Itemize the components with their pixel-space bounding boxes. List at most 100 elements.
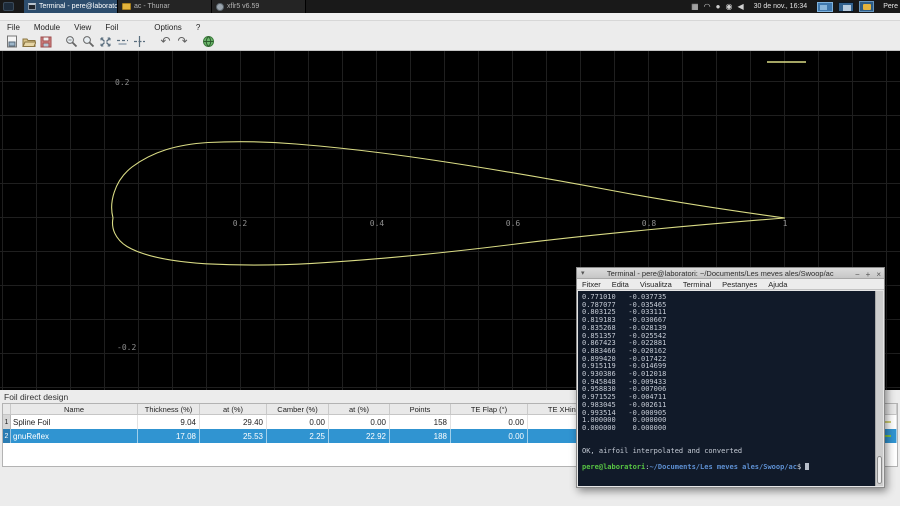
terminal-menu-terminal[interactable]: Terminal [683,280,711,289]
taskbar-button[interactable]: Terminal - pere@laboratori:... [24,0,118,13]
network-icon[interactable]: ◠ [704,0,711,13]
header-cell [3,404,11,414]
terminal-prompt: pere@laboratori:~/Documents/Les meves al… [578,463,883,472]
value-cell[interactable]: 158 [390,415,451,429]
window-buttons: −+× [852,264,884,282]
workspace-1[interactable] [817,2,833,12]
panel-clock[interactable]: 30 de nov., 16:34 [754,3,808,10]
header-cell[interactable]: Name [11,404,138,414]
language-icon[interactable] [200,34,217,49]
close-icon[interactable]: × [873,270,884,279]
file-manager-launcher-icon[interactable] [859,1,874,12]
save-icon[interactable] [37,34,54,49]
undo-icon[interactable]: ↶ [157,34,174,49]
x-tick-label: 0.2 [233,219,247,228]
airfoil-lower-surface [113,218,785,265]
menu-view[interactable]: View [67,23,98,32]
x-tick-label: 1 [783,219,788,228]
new-foil-icon[interactable] [3,34,20,49]
workspace-2[interactable] [838,2,854,12]
updates-icon[interactable]: ◉ [725,0,732,13]
value-cell[interactable]: 22.92 [329,429,390,443]
value-cell[interactable]: 29.40 [200,415,267,429]
keyboard-icon[interactable]: ▦ [691,0,699,13]
taskbar-button-label: xflr5 v6.59 [227,3,259,10]
menu-file[interactable]: File [0,23,27,32]
terminal-title: Terminal - pere@laboratori: ~/Documents/… [589,269,852,278]
row-number: 2 [3,429,11,443]
taskbar-button-label: Terminal - pere@laboratori:... [39,3,118,10]
window-taskbar: Terminal - pere@laboratori:... ac - Thuna… [24,0,306,13]
terminal-scrollbar[interactable] [875,291,883,486]
desktop: Terminal - pere@laboratori:... ac - Thuna… [0,0,900,506]
prompt-user: pere@laboratori [582,463,645,471]
value-cell[interactable]: 0.00 [451,429,528,443]
terminal-icon [28,3,36,10]
header-cell[interactable]: at (%) [200,404,267,414]
taskbar-button-label: ac - Thunar [134,3,170,10]
xflr5-icon [216,3,224,11]
terminal-menu-edita[interactable]: Edita [612,280,629,289]
header-cell[interactable]: Points [390,404,451,414]
header-cell[interactable]: at (%) [329,404,390,414]
value-cell[interactable]: 17.08 [138,429,200,443]
applications-menu-icon[interactable] [3,2,14,11]
terminal-menu-visualitza[interactable]: Visualitza [640,280,672,289]
x-tick-label: 0.8 [642,219,656,228]
scrollbar-thumb[interactable] [877,456,882,484]
value-cell[interactable]: 0.00 [451,415,528,429]
terminal-menu-fitxer[interactable]: Fitxer [582,280,601,289]
folder-icon [122,3,131,10]
terminal-window[interactable]: ▾ Terminal - pere@laboratori: ~/Document… [576,267,885,488]
zoom-view-icon[interactable] [80,34,97,49]
panel-status-area: ▦◠●◉◀ 30 de nov., 16:34 Pere [691,0,900,13]
prompt-symbol: $ [797,463,805,471]
airfoil-upper-surface [112,142,785,218]
foil-name-cell[interactable]: Spline Foil [11,415,138,429]
menu-options[interactable]: Options [147,23,189,32]
open-icon[interactable] [20,34,37,49]
maximize-icon[interactable]: + [863,270,874,279]
menu-help[interactable]: ? [189,23,207,32]
y-tick-label: -0.2 [117,343,136,352]
fit-view-icon[interactable] [97,34,114,49]
foil-name-cell[interactable]: gnuReflex [11,429,138,443]
header-cell[interactable]: TE Flap (°) [451,404,528,414]
taskbar-button[interactable]: ac - Thunar [118,0,212,13]
value-cell[interactable]: 9.04 [138,415,200,429]
value-cell[interactable]: 25.53 [200,429,267,443]
zoom-in-icon[interactable] [63,34,80,49]
terminal-menu-pestanyes[interactable]: Pestanyes [722,280,757,289]
header-cell[interactable]: Thickness (%) [138,404,200,414]
value-cell[interactable]: 0.00 [329,415,390,429]
prompt-path: ~/Documents/Les meves ales/Swoop/ac [649,463,797,471]
terminal-output: 0.771010 -0.037735 0.787077 -0.035465 0.… [578,291,883,463]
panel-title: Foil direct design [4,392,68,402]
redo-icon[interactable]: ↷ [174,34,191,49]
x-tick-label: 0.6 [506,219,520,228]
value-cell[interactable]: 2.25 [267,429,329,443]
terminal-cursor [805,463,809,470]
terminal-titlebar[interactable]: ▾ Terminal - pere@laboratori: ~/Document… [577,268,884,279]
header-cell[interactable]: Camber (%) [267,404,329,414]
axes-icon[interactable] [131,34,148,49]
window-menu-icon[interactable]: ▾ [577,269,589,277]
volume-icon[interactable]: ◀ [737,0,743,13]
taskbar-button[interactable]: xflr5 v6.59 [212,0,306,13]
value-cell[interactable]: 0.00 [267,415,329,429]
x-tick-label: 0.4 [370,219,384,228]
terminal-menu-ajuda[interactable]: Ajuda [768,280,787,289]
xflr5-menubar: FileModuleViewFoil Options? [0,21,900,33]
row-number: 1 [3,415,11,429]
menu-module[interactable]: Module [27,23,67,32]
xflr5-window-edge [0,13,900,21]
grid-lines-icon[interactable] [114,34,131,49]
notifications-icon[interactable]: ● [716,0,721,13]
value-cell[interactable]: 188 [390,429,451,443]
xflr5-toolbar: ↶↷ [0,33,900,51]
top-panel: Terminal - pere@laboratori:... ac - Thuna… [0,0,900,13]
menu-foil[interactable]: Foil [98,23,125,32]
terminal-content[interactable]: 0.771010 -0.037735 0.787077 -0.035465 0.… [578,291,883,486]
status-icons: ▦ ◠ ● ◉ ◀ [691,0,744,13]
minimize-icon[interactable]: − [852,270,863,279]
